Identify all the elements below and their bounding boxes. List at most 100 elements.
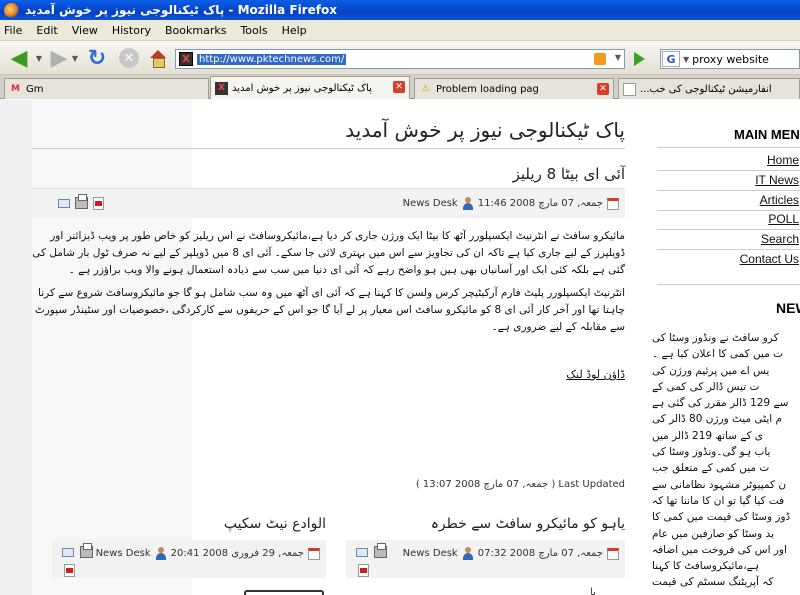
download-link[interactable]: ڈاؤن لوڈ لنک — [500, 368, 625, 381]
gmail-icon: M — [11, 84, 20, 94]
article-title[interactable]: آئی ای بیٹا 8 ریلیز — [330, 165, 625, 183]
search-input[interactable] — [692, 52, 788, 66]
menu-link-poll[interactable]: POLL — [700, 212, 800, 226]
calendar-icon — [607, 197, 619, 210]
email-icon[interactable] — [356, 548, 368, 557]
tab-bar: M Gm X پاک ٹیکنالوجی نیوز پر خوش آمدید ✕… — [0, 75, 800, 99]
sub-article-title[interactable]: الوادع نیٹ سکیپ — [52, 516, 326, 532]
article-byline: News Desk جمعہ, 07 مارچ 2008 11:46 — [403, 197, 619, 210]
home-button[interactable] — [146, 46, 170, 70]
menu-history[interactable]: History — [112, 24, 151, 37]
news-line: کرو سافٹ نے ونڈوز وسٹا کی — [652, 332, 779, 344]
menu-link-it-news[interactable]: IT News — [700, 173, 800, 187]
menu-link-contact-us[interactable]: Contact Us — [700, 252, 800, 266]
page-title: پاک ٹیکنالوجی نیوز پر خوش آمدید — [345, 118, 625, 142]
menu-divider — [657, 249, 800, 250]
news-line: ن کمپیوٹر مشہود نظامانی سے — [652, 478, 787, 491]
forward-arrow-icon[interactable]: ▶ — [46, 46, 72, 71]
search-engine-google-icon[interactable]: G — [662, 51, 680, 67]
sub-article-meta: News Desk جمعہ, 29 فروری 2008 20:41 — [52, 540, 326, 578]
home-icon — [149, 50, 167, 68]
print-icon[interactable] — [80, 543, 93, 558]
sub-article-title[interactable]: یاہو کو مائیکرو سافٹ سے خطرہ — [346, 516, 625, 532]
article-actions — [58, 194, 104, 210]
news-heading: NEW — [776, 300, 800, 316]
menu-divider — [657, 229, 800, 230]
author-name: News Desk — [402, 548, 458, 559]
tab-gmail[interactable]: M Gm — [4, 78, 209, 99]
window-title: پاک ٹیکنالوجی نیوز پر خوش آمدید - Mozill… — [25, 3, 337, 17]
window-titlebar: پاک ٹیکنالوجی نیوز پر خوش آمدید - Mozill… — [0, 0, 800, 20]
news-line: فت کیا گیا تو ان کا ماننا تھا کہ — [652, 494, 785, 507]
menu-link-articles[interactable]: Articles — [700, 193, 800, 207]
pdf-icon[interactable] — [93, 197, 104, 210]
pdf-icon[interactable] — [64, 564, 75, 577]
tab-label: انفارمیشن ٹیکنالوجی کی خب... — [640, 83, 772, 95]
sub-article-meta: News Desk جمعہ, 07 مارچ 2008 07:32 — [346, 540, 625, 578]
menu-file[interactable]: File — [4, 24, 22, 37]
menu-divider — [657, 210, 800, 211]
main-menu-heading: MAIN MEN — [734, 127, 800, 142]
partial-button[interactable] — [244, 590, 324, 595]
close-tab-icon[interactable]: ✕ — [393, 81, 405, 93]
rss-feed-icon[interactable] — [594, 53, 606, 65]
menu-link-search[interactable]: Search — [700, 232, 800, 246]
article-paragraph: انٹرنیٹ ایکسپلورر پلیٹ فارم آرکیٹیچر کرس… — [34, 287, 625, 333]
site-icon: X — [215, 81, 228, 95]
news-line: ہے،مائیکروسافٹ کا کہنا — [652, 560, 759, 573]
menu-bookmarks[interactable]: Bookmarks — [165, 24, 226, 37]
menu-edit[interactable]: Edit — [36, 24, 57, 37]
go-button[interactable] — [630, 51, 648, 67]
news-line: ی کے ساتھ 219 ڈالر میں — [652, 429, 764, 442]
sub-article-byline: News Desk جمعہ, 07 مارچ 2008 07:32 — [403, 547, 619, 560]
sub-article-actions — [62, 543, 93, 558]
tab-label: Gm — [26, 83, 44, 95]
author-name: News Desk — [95, 548, 151, 559]
address-bar[interactable]: X http://www.pktechnews.com/ ▼ — [175, 49, 625, 69]
user-icon — [462, 197, 474, 210]
menu-link-home[interactable]: Home — [700, 153, 800, 167]
news-line: ت میں کمی کا اعلان کیا ہے ۔ — [652, 348, 784, 361]
menu-help[interactable]: Help — [282, 24, 307, 37]
news-column: کرو سافٹ نے ونڈوز وسٹا کی ت میں کمی کا ا… — [652, 330, 800, 595]
left-margin — [0, 100, 32, 595]
address-url-text[interactable]: http://www.pktechnews.com/ — [197, 53, 347, 65]
stop-button[interactable]: ✕ — [116, 46, 142, 70]
print-icon[interactable] — [374, 543, 387, 558]
back-history-dropdown-icon[interactable]: ▼ — [34, 46, 44, 70]
news-line: ت تیس ڈالر کی کمی کے — [652, 380, 760, 393]
user-icon — [155, 547, 167, 560]
print-icon[interactable] — [75, 194, 88, 209]
page-content: پاک ٹیکنالوجی نیوز پر خوش آمدید آئی ای ب… — [0, 100, 800, 595]
news-line: ت میں کمی کے متعلق جب — [652, 462, 770, 475]
tab-problem-loading[interactable]: ⚠ Problem loading pag ✕ — [414, 78, 614, 99]
forward-history-dropdown-icon[interactable]: ▼ — [70, 46, 80, 70]
article-date: جمعہ, 07 مارچ 2008 07:32 — [477, 548, 603, 559]
menu-divider — [657, 190, 800, 191]
menu-tools[interactable]: Tools — [240, 24, 267, 37]
news-line: اور اس کی فروخت میں اضافہ — [652, 543, 787, 556]
email-icon[interactable] — [62, 548, 74, 557]
search-engine-dropdown-icon[interactable]: ▼ — [683, 55, 689, 64]
back-arrow-icon[interactable]: ◀ — [4, 46, 34, 71]
menu-divider — [657, 170, 800, 171]
tab-pktechnews[interactable]: X پاک ٹیکنالوجی نیوز پر خوش آمدید ✕ — [210, 76, 410, 99]
close-tab-icon[interactable]: ✕ — [597, 83, 609, 95]
calendar-icon — [308, 547, 320, 560]
pdf-icon[interactable] — [358, 564, 369, 577]
address-dropdown-icon[interactable]: ▼ — [615, 53, 621, 62]
last-updated: Last Updated ( جمعہ, 07 مارچ 2008 13:07 … — [415, 479, 625, 490]
reload-icon[interactable]: ↻ — [84, 46, 110, 71]
menubar: File Edit View History Bookmarks Tools H… — [0, 20, 800, 41]
tab-it-news[interactable]: انفارمیشن ٹیکنالوجی کی خب... — [618, 78, 800, 99]
sub-article-actions — [356, 543, 387, 558]
news-line: م ایٹی میٹ ورژن 80 ڈالر کی — [652, 413, 783, 426]
article-paragraph: مائیکرو سافٹ نے انٹرنیٹ ایکسپلورر آٹھ کا… — [32, 230, 625, 276]
article-meta: News Desk جمعہ, 07 مارچ 2008 11:46 — [32, 188, 625, 218]
search-bar[interactable]: G ▼ — [660, 49, 800, 69]
email-icon[interactable] — [58, 199, 70, 208]
news-line: ڈوز وسٹا کی قیمت میں کمی کا — [652, 511, 791, 524]
news-line: سے 129 ڈالر مقرر کی گئی ہے — [652, 397, 789, 410]
page-icon — [623, 82, 636, 96]
menu-view[interactable]: View — [72, 24, 98, 37]
